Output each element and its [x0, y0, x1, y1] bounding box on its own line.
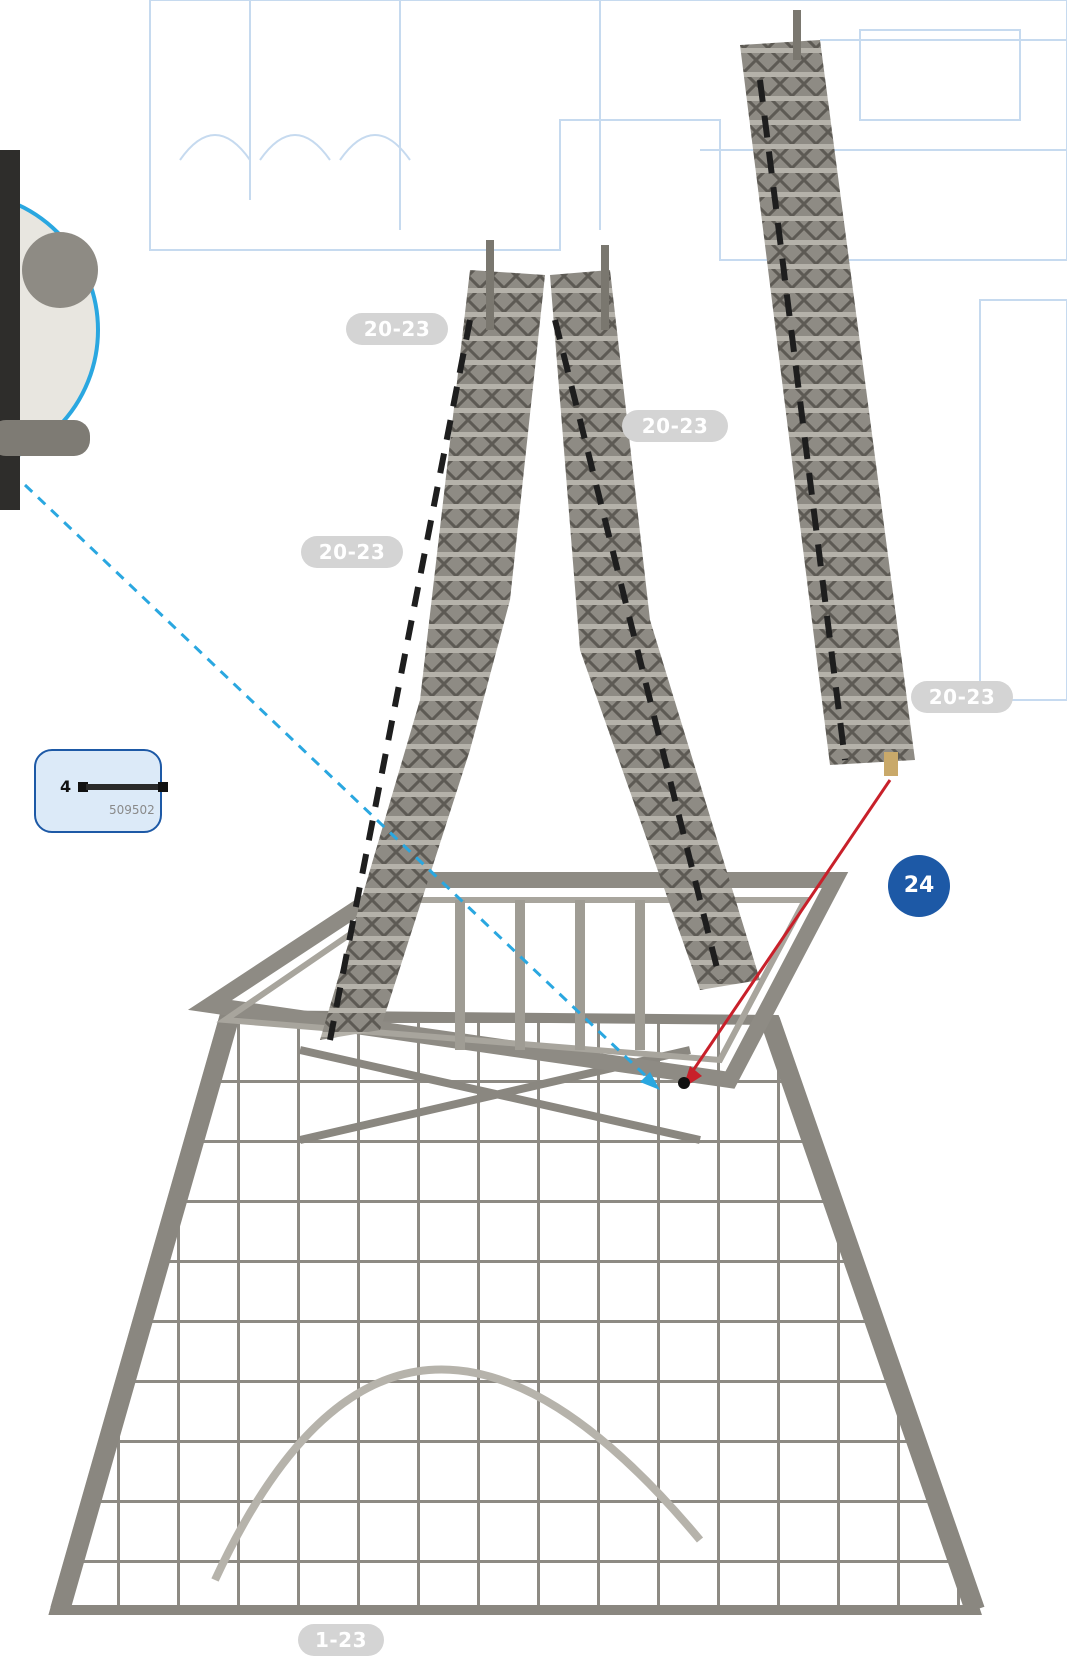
part-quantity: 4: [60, 777, 72, 796]
callout-range-top-left: 20-23: [346, 313, 448, 345]
connector-point: [678, 1077, 690, 1089]
illustration: [0, 0, 1067, 1615]
tower-upper-legs: [320, 240, 760, 1041]
connector-piece-icon: [78, 782, 168, 792]
step-number-badge: 24: [888, 855, 950, 917]
tower-base: [48, 1009, 985, 1615]
part-number: 509502: [109, 803, 155, 817]
detached-leg: [740, 10, 915, 776]
zoom-detail-circle: [0, 150, 100, 510]
instruction-page: 20-23 20-23 20-23 20-23 1-23 24 4 509502: [0, 0, 1067, 1657]
callout-range-far-right: 20-23: [911, 681, 1013, 713]
parts-callout: 4 509502: [34, 749, 168, 833]
callout-range-top-right: 20-23: [622, 410, 728, 442]
callout-range-bottom: 1-23: [298, 1624, 384, 1656]
callout-range-mid-left: 20-23: [301, 536, 403, 568]
